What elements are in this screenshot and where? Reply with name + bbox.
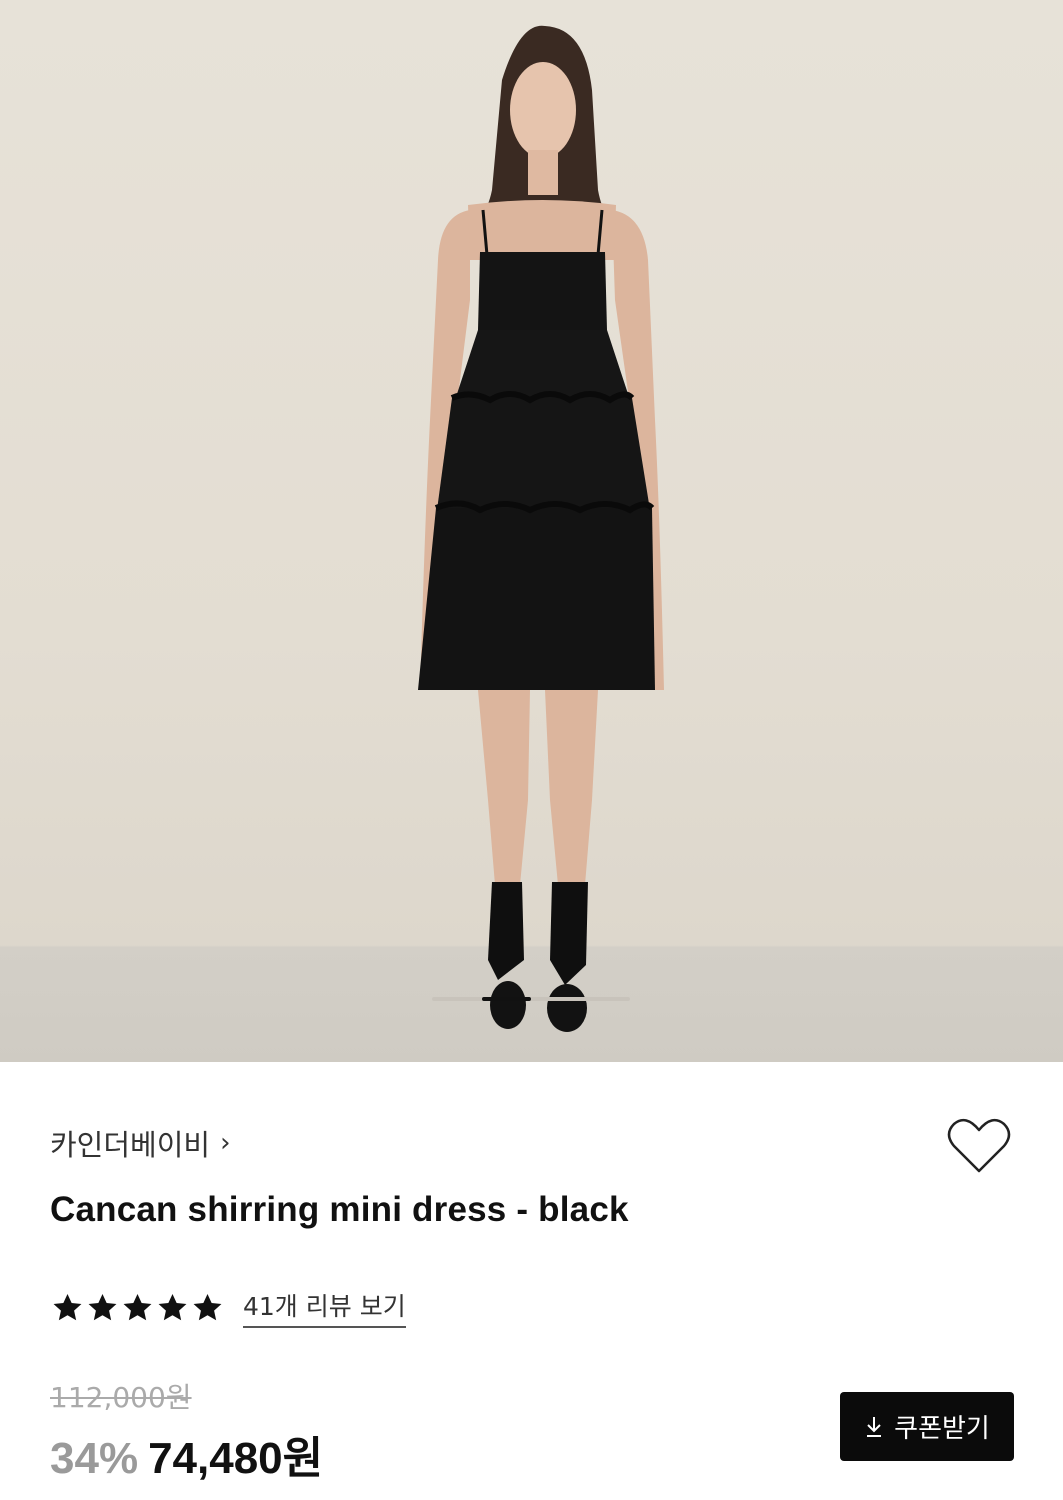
chevron-right-icon: › xyxy=(220,1128,231,1158)
discount-rate: 34% xyxy=(50,1434,139,1483)
original-price: 112,000원 xyxy=(50,1381,192,1414)
brand-link[interactable]: 카인더베이비 › xyxy=(50,1122,231,1164)
star-rating xyxy=(52,1292,223,1323)
coupon-button[interactable]: 쿠폰받기 xyxy=(840,1392,1014,1461)
product-image-gallery[interactable] xyxy=(0,0,1063,1062)
gallery-pager xyxy=(432,997,630,1001)
price-row: 34% 74,480원 xyxy=(50,1422,323,1486)
product-photo xyxy=(418,25,664,1032)
rating-row: 41개 리뷰 보기 xyxy=(52,1287,406,1328)
star-icon xyxy=(158,1293,187,1321)
sale-price: 74,480원 xyxy=(148,1434,324,1483)
download-icon xyxy=(867,1416,882,1437)
gallery-pager-active xyxy=(481,997,531,1001)
brand-name: 카인더베이비 xyxy=(50,1128,211,1162)
star-icon xyxy=(53,1293,82,1321)
coupon-label: 쿠폰받기 xyxy=(894,1414,990,1444)
wishlist-button[interactable] xyxy=(946,1116,1012,1176)
reviews-link[interactable]: 41개 리뷰 보기 xyxy=(243,1287,406,1328)
star-icon xyxy=(88,1293,117,1321)
product-title: Cancan shirring mini dress - black xyxy=(50,1190,629,1229)
star-icon xyxy=(123,1293,152,1321)
heart-outline-icon xyxy=(947,1118,1011,1173)
star-icon xyxy=(193,1293,222,1321)
